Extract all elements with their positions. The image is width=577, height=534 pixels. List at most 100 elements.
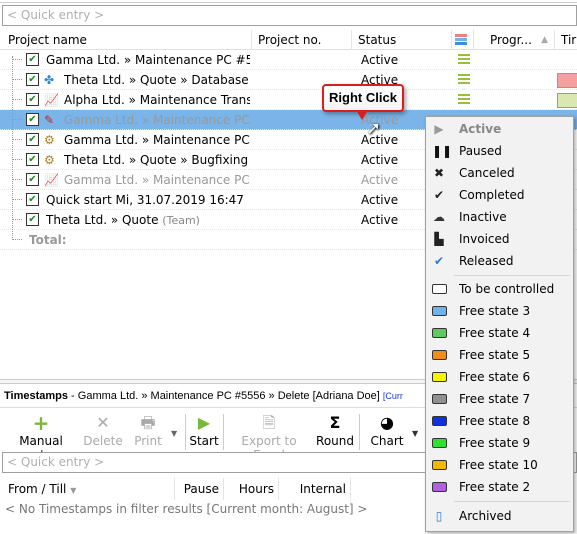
menu-item-state[interactable]: Free state 5: [426, 344, 573, 366]
menu-item-label: Free state 10: [459, 458, 538, 472]
col-project-no[interactable]: Project no.: [252, 30, 352, 50]
color-bars-icon: [455, 34, 467, 46]
project-name-text: Theta Ltd. » Quote: [46, 213, 159, 227]
menu-item-state[interactable]: Free state 4: [426, 322, 573, 344]
status-cell[interactable]: Active: [361, 50, 398, 70]
menu-item-active[interactable]: ▶ Active: [426, 118, 573, 140]
play-icon: ▶: [434, 122, 444, 136]
delete-button[interactable]: ✕ Delete: [82, 412, 124, 448]
col-internal[interactable]: Internal: [279, 478, 351, 500]
col-progress[interactable]: Progr... ▲: [474, 30, 555, 50]
row-checkbox[interactable]: ✔: [26, 133, 39, 146]
col-pause[interactable]: Pause: [175, 478, 224, 500]
timestamps-title: Timestamps - Gamma Ltd. » Maintenance PC…: [4, 390, 403, 402]
progress-bars-icon: [458, 54, 470, 66]
tree-line: [12, 119, 22, 120]
print-button[interactable]: 🖶 Print: [128, 412, 168, 448]
status-context-menu: ▶ Active ❚❚ Paused ✖ Canceled ✔ Completed ☁ Inact…: [425, 116, 574, 532]
menu-item-inactive[interactable]: ☁ Inactive: [426, 206, 573, 228]
printer-icon: 🖶: [140, 413, 156, 432]
quick-entry-input[interactable]: < Quick entry >: [2, 5, 577, 26]
menu-item-state[interactable]: Free state 7: [426, 388, 573, 410]
row-checkbox[interactable]: ✔: [26, 93, 39, 106]
project-name: Gamma Ltd. » Maintenance PC #...: [64, 130, 250, 150]
menu-item-invoiced[interactable]: ▙ Invoiced: [426, 228, 573, 250]
table-row[interactable]: ✔📈Alpha Ltd. » Maintenance Transf...Acti…: [0, 90, 577, 110]
print-dropdown-arrow-icon[interactable]: ▼: [171, 429, 177, 438]
state-color-icon: [432, 350, 447, 360]
edit-icon: ✎: [44, 113, 55, 127]
menu-item-state[interactable]: Free state 2: [426, 476, 573, 498]
project-name-text: Gamma Ltd. » Maintenance PC #...: [64, 173, 250, 187]
tree-line: [12, 239, 22, 240]
bug-icon: ⚙: [44, 153, 55, 167]
menu-item-completed[interactable]: ✔ Completed: [426, 184, 573, 206]
status-cell[interactable]: Active: [361, 170, 398, 190]
menu-item-state[interactable]: Free state 9: [426, 432, 573, 454]
col-time[interactable]: Tir: [555, 30, 577, 50]
start-label: Start: [189, 434, 219, 448]
right-click-callout: Right Click: [322, 84, 404, 112]
menu-item-state[interactable]: Free state 8: [426, 410, 573, 432]
row-checkbox[interactable]: ✔: [26, 53, 39, 66]
menu-item-canceled[interactable]: ✖ Canceled: [426, 162, 573, 184]
row-checkbox[interactable]: ✔: [26, 213, 39, 226]
project-name-text: Theta Ltd. » Quote » Database an...: [64, 73, 250, 87]
pie-chart-icon: ◕: [380, 413, 394, 432]
chart-label: Chart: [370, 434, 404, 448]
menu-item-state[interactable]: To be controlled: [426, 278, 573, 300]
project-table-header: Project name Project no. Status Progr...…: [0, 30, 577, 50]
delete-label: Delete: [83, 434, 123, 448]
project-name-text: Theta Ltd. » Quote » Bugfixing: [64, 153, 249, 167]
col-hours[interactable]: Hours: [224, 478, 279, 500]
chart-button[interactable]: ◕ Chart: [367, 412, 407, 448]
row-checkbox[interactable]: ✔: [26, 73, 39, 86]
color-swatch: [557, 73, 577, 88]
menu-item-label: Free state 6: [459, 370, 531, 384]
chart-dropdown-arrow-icon[interactable]: ▼: [412, 429, 418, 438]
menu-item-paused[interactable]: ❚❚ Paused: [426, 140, 573, 162]
status-cell[interactable]: Active: [361, 190, 398, 210]
project-name-text: Gamma Ltd. » Maintenance PC #...: [64, 133, 250, 147]
project-name: Alpha Ltd. » Maintenance Transf...: [64, 90, 250, 110]
menu-item-label: Paused: [459, 144, 502, 158]
sort-desc-icon: ▼: [70, 486, 77, 495]
plus-icon: +: [32, 411, 50, 435]
round-label: Round: [316, 434, 354, 448]
table-row[interactable]: ✔✤Theta Ltd. » Quote » Database an...Act…: [0, 70, 577, 90]
menu-item-label: Free state 5: [459, 348, 531, 362]
menu-item-state[interactable]: Free state 6: [426, 366, 573, 388]
state-color-icon: [432, 328, 447, 338]
tree-guide: [12, 56, 13, 240]
row-checkbox[interactable]: ✔: [26, 153, 39, 166]
tree-line: [12, 59, 22, 60]
menu-item-archived[interactable]: ▯ Archived: [426, 505, 573, 527]
period-badge[interactable]: [Curr: [383, 391, 403, 401]
start-button[interactable]: ▶ Start: [189, 412, 219, 448]
menu-item-state[interactable]: Free state 10: [426, 454, 573, 476]
col-project-name[interactable]: Project name: [2, 30, 252, 50]
double-check-icon: ✔: [433, 254, 445, 268]
round-button[interactable]: Σ Round: [316, 412, 354, 448]
menu-item-label: Free state 8: [459, 414, 531, 428]
timestamps-heading: Timestamps: [4, 390, 68, 402]
table-row[interactable]: ✔ Gamma Ltd. » Maintenance PC #5556 Active: [0, 50, 577, 70]
menu-item-state[interactable]: Free state 3: [426, 300, 573, 322]
col-status[interactable]: Status: [352, 30, 452, 50]
col-from-till[interactable]: From / Till ▼: [2, 478, 175, 500]
col-color[interactable]: [452, 30, 474, 50]
state-color-icon: [432, 416, 447, 426]
row-checkbox[interactable]: ✔: [26, 173, 39, 186]
state-color-icon: [432, 284, 447, 294]
chart-icon: 📈: [44, 173, 59, 187]
row-checkbox[interactable]: ✔: [26, 193, 39, 206]
status-cell[interactable]: Active: [361, 150, 398, 170]
col-progress-label: Progr...: [490, 33, 532, 47]
row-checkbox[interactable]: ✔: [26, 113, 39, 126]
play-icon: ▶: [197, 413, 211, 432]
status-cell[interactable]: Active: [361, 210, 398, 230]
project-name: Gamma Ltd. » Maintenance PC #5556: [46, 50, 250, 70]
menu-item-released[interactable]: ✔ Released: [426, 250, 573, 272]
project-name: Theta Ltd. » Quote » Bugfixing (Tea: [64, 150, 250, 171]
menu-item-label: Free state 3: [459, 304, 531, 318]
